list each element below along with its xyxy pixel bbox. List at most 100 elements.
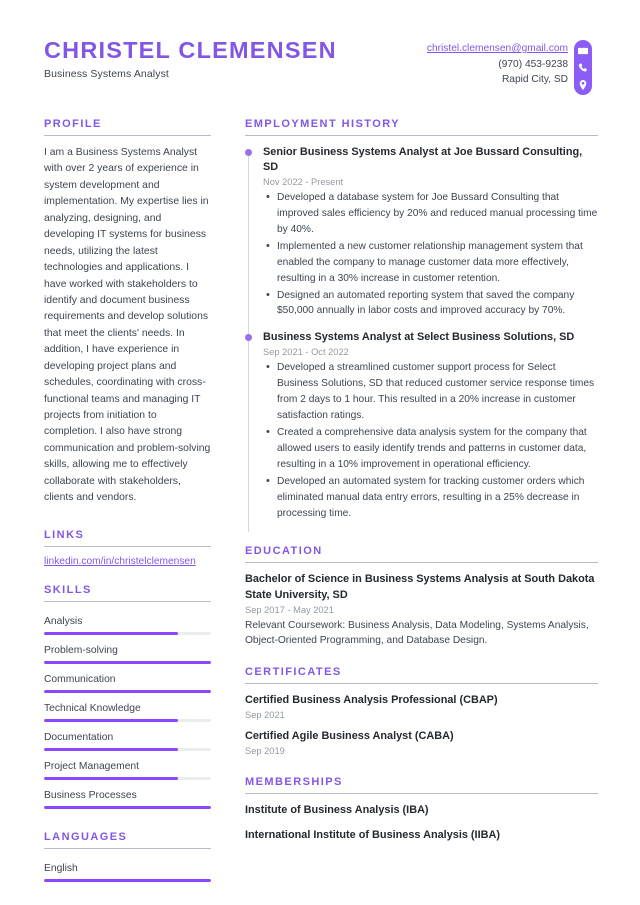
candidate-name: CHRISTEL CLEMENSEN	[44, 37, 337, 63]
location-pin-icon	[574, 77, 592, 92]
language-bar-track	[44, 878, 211, 882]
contact-phone: (970) 453-9238	[498, 58, 568, 70]
skill-row: Documentation	[44, 727, 211, 751]
employment-timeline: Senior Business Systems Analyst at Joe B…	[245, 145, 598, 533]
skill-bar-fill	[44, 631, 178, 635]
skill-bar-track	[44, 747, 211, 751]
section-title-memberships: MEMBERSHIPS	[245, 776, 343, 789]
language-name: English	[44, 862, 78, 874]
section-title-skills: SKILLS	[44, 583, 92, 596]
skill-bar-track	[44, 660, 211, 664]
job-bullet-list: Developed a streamlined customer support…	[263, 359, 598, 522]
membership-entry: Institute of Business Analysis (IBA)	[245, 803, 598, 818]
skill-row: Project Management	[44, 756, 211, 780]
skill-bar-fill	[44, 660, 211, 664]
education-date-range: Sep 2017 - May 2021	[245, 604, 334, 615]
section-employment-history: EMPLOYMENT HISTORY Senior Business Syste…	[245, 118, 598, 533]
skill-row: Analysis	[44, 611, 211, 635]
timeline-dot-icon	[245, 149, 252, 156]
section-title-certificates: CERTIFICATES	[245, 666, 342, 679]
skill-row: Problem-solving	[44, 640, 211, 664]
job-date-range: Nov 2022 - Present	[263, 177, 344, 188]
contact-email-link[interactable]: christel.clemensen@gmail.com	[427, 41, 568, 57]
job-bullet: Created a comprehensive data analysis sy…	[263, 424, 598, 473]
skill-name: Technical Knowledge	[44, 702, 141, 714]
skill-bar-fill	[44, 747, 178, 751]
contact-icon-rail	[574, 40, 592, 95]
language-row: English	[44, 858, 211, 882]
job-bullet: Developed a database system for Joe Buss…	[263, 189, 598, 238]
section-skills: SKILLS Analysis Problem-solving Communic…	[44, 584, 211, 809]
skill-bar-fill	[44, 689, 211, 693]
section-divider	[44, 847, 211, 849]
skill-bar-track	[44, 805, 211, 809]
skill-name: Problem-solving	[44, 644, 118, 656]
section-links: LINKS linkedin.com/in/christelclemensen	[44, 529, 211, 567]
resume-columns: PROFILE I am a Business Systems Analyst …	[44, 118, 598, 887]
education-description: Relevant Coursework: Business Analysis, …	[245, 619, 589, 647]
section-education: EDUCATION Bachelor of Science in Busines…	[245, 545, 598, 649]
sidebar-column: PROFILE I am a Business Systems Analyst …	[44, 118, 225, 887]
section-divider	[245, 562, 598, 564]
skill-name: Communication	[44, 673, 116, 685]
resume-header: CHRISTEL CLEMENSEN Business Systems Anal…	[44, 36, 598, 98]
section-languages: LANGUAGES English	[44, 831, 211, 882]
certificate-entry: Certified Business Analysis Professional…	[245, 693, 598, 720]
certificate-title: Certified Agile Business Analyst (CABA)	[245, 730, 454, 743]
section-title-links: LINKS	[44, 528, 85, 541]
skill-bar-track	[44, 776, 211, 780]
skill-name: Documentation	[44, 731, 114, 743]
job-bullet-list: Developed a database system for Joe Buss…	[263, 189, 598, 320]
candidate-job-title: Business Systems Analyst	[44, 67, 169, 80]
skill-name: Project Management	[44, 760, 140, 772]
certificate-title: Certified Business Analysis Professional…	[245, 694, 498, 707]
contact-details: christel.clemensen@gmail.com (970) 453-9…	[427, 40, 568, 88]
job-date-range: Sep 2021 - Oct 2022	[263, 347, 349, 358]
section-divider	[44, 135, 211, 136]
timeline-dot-icon	[245, 334, 252, 342]
job-bullet: Developed an automated system for tracki…	[263, 473, 598, 522]
section-title-employment: EMPLOYMENT HISTORY	[245, 118, 401, 130]
skill-bar-fill	[44, 776, 178, 780]
skill-bar-fill	[44, 718, 178, 722]
certificate-entry: Certified Agile Business Analyst (CABA) …	[245, 729, 598, 756]
job-title: Senior Business Systems Analyst at Joe B…	[263, 146, 583, 174]
certificate-date: Sep 2021	[245, 710, 285, 721]
phone-icon	[574, 60, 592, 75]
section-divider	[245, 793, 598, 795]
job-bullet: Developed a streamlined customer support…	[263, 359, 598, 424]
profile-summary-text: I am a Business Systems Analyst with ove…	[44, 147, 211, 504]
section-certificates: CERTIFICATES Certified Business Analysis…	[245, 666, 598, 756]
section-title-profile: PROFILE	[44, 118, 102, 130]
membership-title: Institute of Business Analysis (IBA)	[245, 804, 429, 817]
section-title-education: EDUCATION	[245, 545, 323, 558]
skill-name: Analysis	[44, 615, 83, 627]
membership-title: International Institute of Business Anal…	[245, 828, 500, 841]
resume-page: CHRISTEL CLEMENSEN Business Systems Anal…	[0, 0, 640, 905]
skill-bar-fill	[44, 805, 211, 809]
skill-bar-track	[44, 631, 211, 635]
link-item-linkedin[interactable]: linkedin.com/in/christelclemensen	[44, 556, 211, 567]
skill-bar-track	[44, 718, 211, 722]
skill-row: Communication	[44, 669, 211, 693]
section-divider	[44, 600, 211, 602]
skill-bar-track	[44, 689, 211, 693]
envelope-icon	[574, 43, 592, 58]
job-bullet: Implemented a new customer relationship …	[263, 238, 598, 287]
education-entry: Bachelor of Science in Business Systems …	[245, 572, 598, 649]
identity-block: CHRISTEL CLEMENSEN Business Systems Anal…	[44, 36, 337, 80]
skill-row: Technical Knowledge	[44, 698, 211, 722]
job-title: Business Systems Analyst at Select Busin…	[263, 331, 575, 344]
section-profile: PROFILE I am a Business Systems Analyst …	[44, 118, 211, 507]
section-title-languages: LANGUAGES	[44, 830, 128, 843]
section-memberships: MEMBERSHIPS Institute of Business Analys…	[245, 776, 598, 842]
job-entry: Business Systems Analyst at Select Busin…	[245, 330, 598, 532]
job-bullet: Designed an automated reporting system t…	[263, 287, 598, 320]
certificate-date: Sep 2019	[245, 746, 285, 757]
